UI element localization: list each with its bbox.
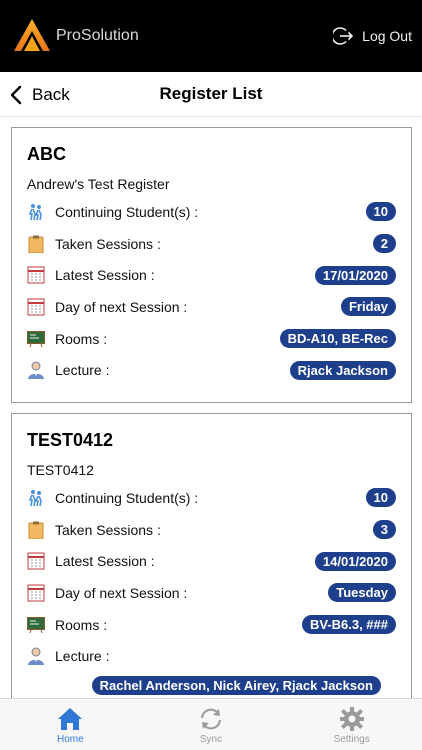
continuing-students-badge: 10 [365, 202, 396, 222]
prosolution-logo-icon [14, 19, 50, 51]
rooms-badge: BV-B6.3, ### [301, 615, 396, 635]
taken-sessions-row: Taken Sessions : 2 [27, 228, 396, 260]
lecturer-icon [27, 647, 45, 666]
continuing-students-row: Continuing Student(s) : 10 [27, 482, 396, 514]
register-code: TEST0412 [27, 430, 114, 450]
lecturer-row: Lecture : Rjack Jackson [27, 354, 396, 386]
row-label: Rooms : [55, 330, 108, 347]
row-label: Day of next Session : [55, 298, 188, 315]
rooms-badge: BD-A10, BE-Rec [279, 329, 396, 349]
top-bar: ProSolution Log Out [0, 0, 422, 72]
row-label: Latest Session : [55, 267, 155, 284]
logout-button[interactable]: Log Out [333, 22, 412, 50]
logout-label: Log Out [362, 28, 412, 44]
tab-label: Settings [333, 734, 370, 745]
latest-session-badge: 17/01/2020 [314, 265, 396, 285]
latest-session-row: Latest Session : 17/01/2020 [27, 259, 396, 291]
register-card[interactable]: TEST0412 TEST0412 Continuing Student(s) … [11, 413, 412, 698]
row-label: Taken Sessions : [55, 235, 161, 252]
back-label: Back [32, 84, 70, 104]
continuing-students-row: Continuing Student(s) : 10 [27, 196, 396, 228]
lecturer-badge: Rjack Jackson [289, 360, 396, 380]
row-label: Rooms : [55, 616, 108, 633]
continuing-students-badge: 10 [365, 488, 396, 508]
back-button[interactable]: Back [10, 72, 70, 117]
register-name: TEST0412 [27, 462, 94, 478]
next-session-day-badge: Friday [340, 297, 396, 317]
tab-bar: Home Sync Settings [0, 698, 422, 750]
clipboard-icon [27, 521, 45, 539]
lecturer-badge-line: Rachel Anderson, Nick Airey, Rjack Jacks… [27, 672, 396, 698]
lecturer-row: Lecture : [27, 640, 396, 672]
row-label: Day of next Session : [55, 584, 188, 601]
row-label: Latest Session : [55, 553, 155, 570]
chalkboard-icon [27, 330, 45, 348]
register-list[interactable]: ABC Andrew's Test Register Continuing St… [0, 117, 422, 698]
latest-session-row: Latest Session : 14/01/2020 [27, 545, 396, 577]
next-session-day-badge: Tuesday [328, 583, 396, 603]
row-label: Continuing Student(s) : [55, 203, 199, 220]
chevron-left-icon [10, 85, 22, 104]
taken-sessions-row: Taken Sessions : 3 [27, 514, 396, 546]
row-label: Lecture : [55, 362, 110, 379]
chalkboard-icon [27, 616, 45, 634]
home-icon [58, 708, 83, 730]
tab-label: Sync [199, 734, 223, 745]
tab-settings[interactable]: Settings [281, 699, 422, 750]
row-label: Lecture : [55, 648, 110, 665]
tab-sync[interactable]: Sync [141, 699, 282, 750]
app-screen: ProSolution Log Out Register List Back A… [0, 0, 422, 750]
tab-home[interactable]: Home [0, 699, 141, 750]
taken-sessions-badge: 2 [372, 234, 396, 254]
sync-icon [201, 708, 221, 730]
rooms-row: Rooms : BV-B6.3, ### [27, 609, 396, 641]
tab-label: Home [56, 734, 84, 745]
lecturer-icon [27, 361, 45, 380]
lecturer-badge: Rachel Anderson, Nick Airey, Rjack Jacks… [91, 676, 381, 696]
register-name: Andrew's Test Register [27, 176, 170, 192]
gear-icon [339, 707, 364, 731]
next-session-day-row: Day of next Session : Tuesday [27, 577, 396, 609]
calendar-icon [27, 584, 45, 602]
latest-session-badge: 14/01/2020 [314, 551, 396, 571]
logout-icon [333, 27, 354, 45]
row-label: Continuing Student(s) : [55, 489, 199, 506]
register-card[interactable]: ABC Andrew's Test Register Continuing St… [11, 127, 412, 403]
students-icon [27, 203, 45, 221]
clipboard-icon [27, 235, 45, 253]
next-session-day-row: Day of next Session : Friday [27, 291, 396, 323]
taken-sessions-badge: 3 [372, 520, 396, 540]
calendar-icon [27, 298, 45, 316]
navigation-bar: Register List Back [0, 72, 422, 117]
students-icon [27, 489, 45, 507]
row-label: Taken Sessions : [55, 521, 161, 538]
calendar-icon [27, 266, 45, 284]
brand-name: ProSolution [56, 27, 139, 44]
register-code: ABC [27, 144, 66, 164]
calendar-icon [27, 552, 45, 570]
rooms-row: Rooms : BD-A10, BE-Rec [27, 323, 396, 355]
